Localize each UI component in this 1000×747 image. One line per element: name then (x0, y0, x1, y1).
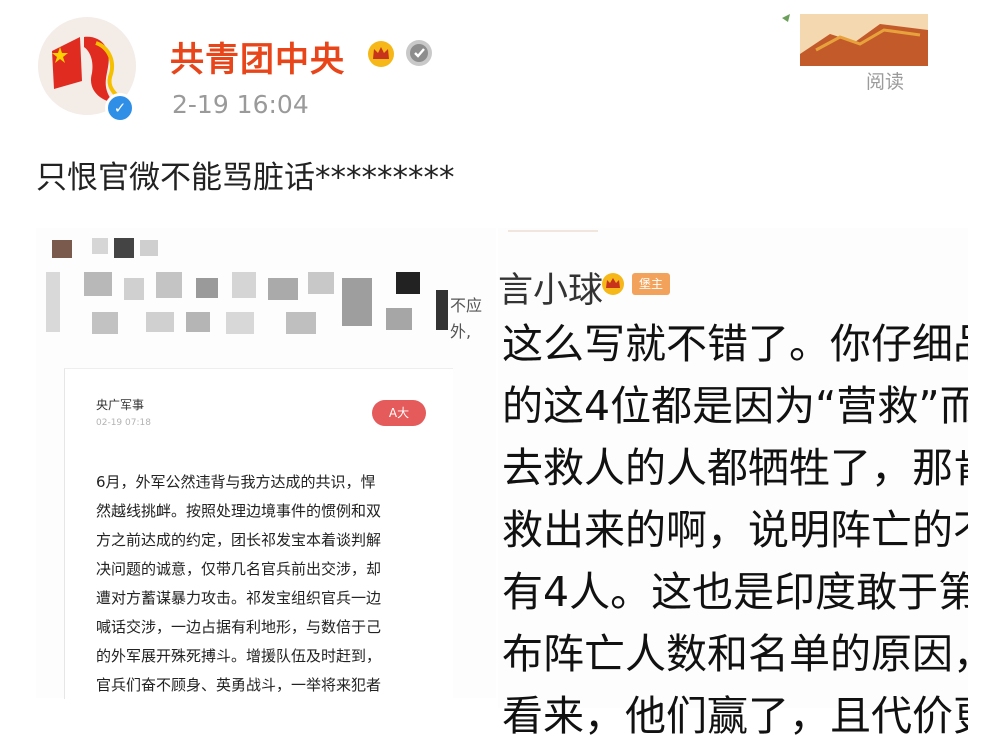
card-line: 官兵们奋不顾身、英勇战斗，一举将来犯者 (96, 676, 382, 694)
card-body: 6月，外军公然违背与我方达成的共识，悍 然越线挑衅。按照处理边境事件的惯例和双 … (96, 468, 440, 700)
mosaic-block (386, 308, 412, 330)
author-name[interactable]: 共青团中央 (170, 32, 345, 81)
card-line: 喊话交涉，一边占据有利地形，与数倍于己 (96, 618, 382, 636)
mosaic-block (84, 272, 112, 296)
mosaic-block (436, 290, 448, 330)
divider (508, 230, 598, 232)
mosaic-block (268, 278, 298, 300)
comment-line: 看来，他们赢了，且代价更 (502, 692, 968, 740)
comment-line: 救出来的啊，说明阵亡的不 (502, 506, 968, 554)
card-line: 遭对方蓄谋暴力攻击。祁发宝组织官兵一边 (96, 589, 382, 607)
comment-line: 有4人。这也是印度敢于第 (502, 568, 968, 616)
card-line: 方之前达成的约定，团长祁发宝本着谈判解 (96, 531, 382, 549)
mosaic-block (308, 272, 334, 294)
crown-icon (602, 273, 624, 295)
card-source[interactable]: 央广军事 (96, 396, 144, 413)
fan-badge: 堡主 (632, 273, 670, 295)
mosaic-block (196, 278, 218, 298)
mosaic-block (124, 278, 144, 300)
mosaic-block (52, 240, 72, 258)
mosaic-block (146, 312, 174, 332)
post-timestamp: 2-19 16:04 (172, 90, 309, 119)
post-content: 只恨官微不能骂脏话********* (36, 160, 455, 196)
card-line: 然越线挑衅。按照处理边境事件的惯例和双 (96, 502, 382, 520)
card-line: 决问题的诚意，仅带几名官兵前出交涉，却 (96, 560, 382, 578)
font-size-button[interactable]: A大 (372, 400, 426, 426)
mosaic-block (156, 272, 182, 298)
mosaic-block (186, 312, 210, 332)
read-count-label: 阅读 (866, 71, 905, 93)
mosaic-block (342, 278, 372, 326)
mosaic-block (396, 272, 420, 294)
mosaic-block (46, 272, 60, 332)
cropped-text: 外, (450, 322, 472, 341)
comment-line: 的这4位都是因为“营救”而 (502, 382, 968, 430)
comment-line: 这么写就不错了。你仔细品 (502, 320, 968, 368)
mosaic-block (232, 272, 256, 298)
comment-body: 这么写就不错了。你仔细品 的这4位都是因为“营救”而 去救人的人都牺牲了，那肯 … (502, 313, 972, 747)
verified-badge-icon: ✓ (105, 93, 135, 123)
crown-icon[interactable] (366, 40, 396, 68)
mosaic-block (286, 312, 316, 334)
card-line: 的外军展开殊死搏斗。增援队伍及时赶到， (96, 647, 382, 665)
mosaic-block (226, 312, 254, 334)
mosaic-block (114, 238, 134, 258)
mosaic-block (140, 240, 158, 256)
medal-icon[interactable] (404, 38, 434, 68)
card-line: 6月，外军公然违背与我方达成的共识，悍 (96, 473, 376, 491)
great-wall-banner-icon (782, 14, 928, 66)
comment-line: 布阵亡人数和名单的原因， (502, 630, 968, 678)
card-date: 02-19 07:18 (96, 418, 151, 428)
mosaic-block (92, 238, 108, 254)
comment-line: 去救人的人都牺牲了，那肯 (502, 444, 968, 492)
cropped-text: 不应 (450, 296, 483, 315)
mosaic-block (92, 312, 118, 334)
comment-author-name[interactable]: 言小球 (498, 262, 603, 313)
